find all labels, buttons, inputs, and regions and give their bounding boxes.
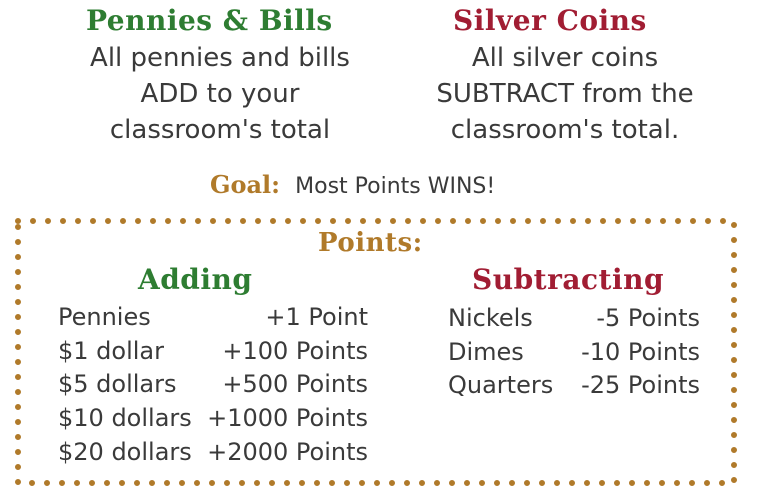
subtracting-heading: Subtracting <box>472 263 665 296</box>
adding-item: $10 dollars <box>58 404 192 432</box>
adding-row: $5 dollars +500 Points <box>58 367 368 401</box>
adding-heading: Adding <box>138 263 253 296</box>
subtracting-row: Dimes -10 Points <box>448 335 700 369</box>
subtracting-item: Dimes <box>448 338 524 366</box>
adding-points: +2000 Points <box>207 438 368 466</box>
adding-row: $10 dollars +1000 Points <box>58 401 368 435</box>
subtracting-item: Quarters <box>448 371 554 399</box>
goal-row: Goal: Most Points WINS! <box>210 170 495 199</box>
adding-item: $5 dollars <box>58 370 177 398</box>
adding-item: $20 dollars <box>58 438 192 466</box>
adding-row: $20 dollars +2000 Points <box>58 435 368 469</box>
subtracting-row: Quarters -25 Points <box>448 368 700 402</box>
pennies-bills-description: All pennies and bills ADD to your classr… <box>70 40 370 148</box>
adding-row: Pennies +1 Point <box>58 300 368 334</box>
subtracting-item: Nickels <box>448 304 533 332</box>
points-heading: Points: <box>318 228 423 258</box>
silver-coins-line-3: classroom's total. <box>450 115 680 145</box>
adding-points: +500 Points <box>222 370 368 398</box>
adding-points: +100 Points <box>222 337 368 365</box>
silver-coins-line-1: All silver coins <box>471 43 659 73</box>
pennies-bills-line-2: ADD to your <box>140 79 300 109</box>
silver-coins-heading: Silver Coins <box>453 4 647 37</box>
adding-points: +1 Point <box>265 303 368 331</box>
subtracting-points: -5 Points <box>596 304 700 332</box>
subtracting-row: Nickels -5 Points <box>448 301 700 335</box>
pennies-bills-line-1: All pennies and bills <box>90 43 350 73</box>
adding-item: Pennies <box>58 303 151 331</box>
silver-coins-line-2: SUBTRACT from the <box>436 79 694 109</box>
pennies-bills-heading: Pennies & Bills <box>86 4 333 37</box>
goal-label: Goal: <box>210 170 281 199</box>
subtracting-points: -10 Points <box>581 338 700 366</box>
silver-coins-description: All silver coins SUBTRACT from the class… <box>410 40 720 148</box>
subtracting-points: -25 Points <box>581 371 700 399</box>
adding-row: $1 dollar +100 Points <box>58 334 368 368</box>
pennies-bills-line-3: classroom's total <box>109 115 331 145</box>
goal-text: Most Points WINS! <box>295 174 496 199</box>
adding-points: +1000 Points <box>207 404 368 432</box>
adding-item: $1 dollar <box>58 337 164 365</box>
